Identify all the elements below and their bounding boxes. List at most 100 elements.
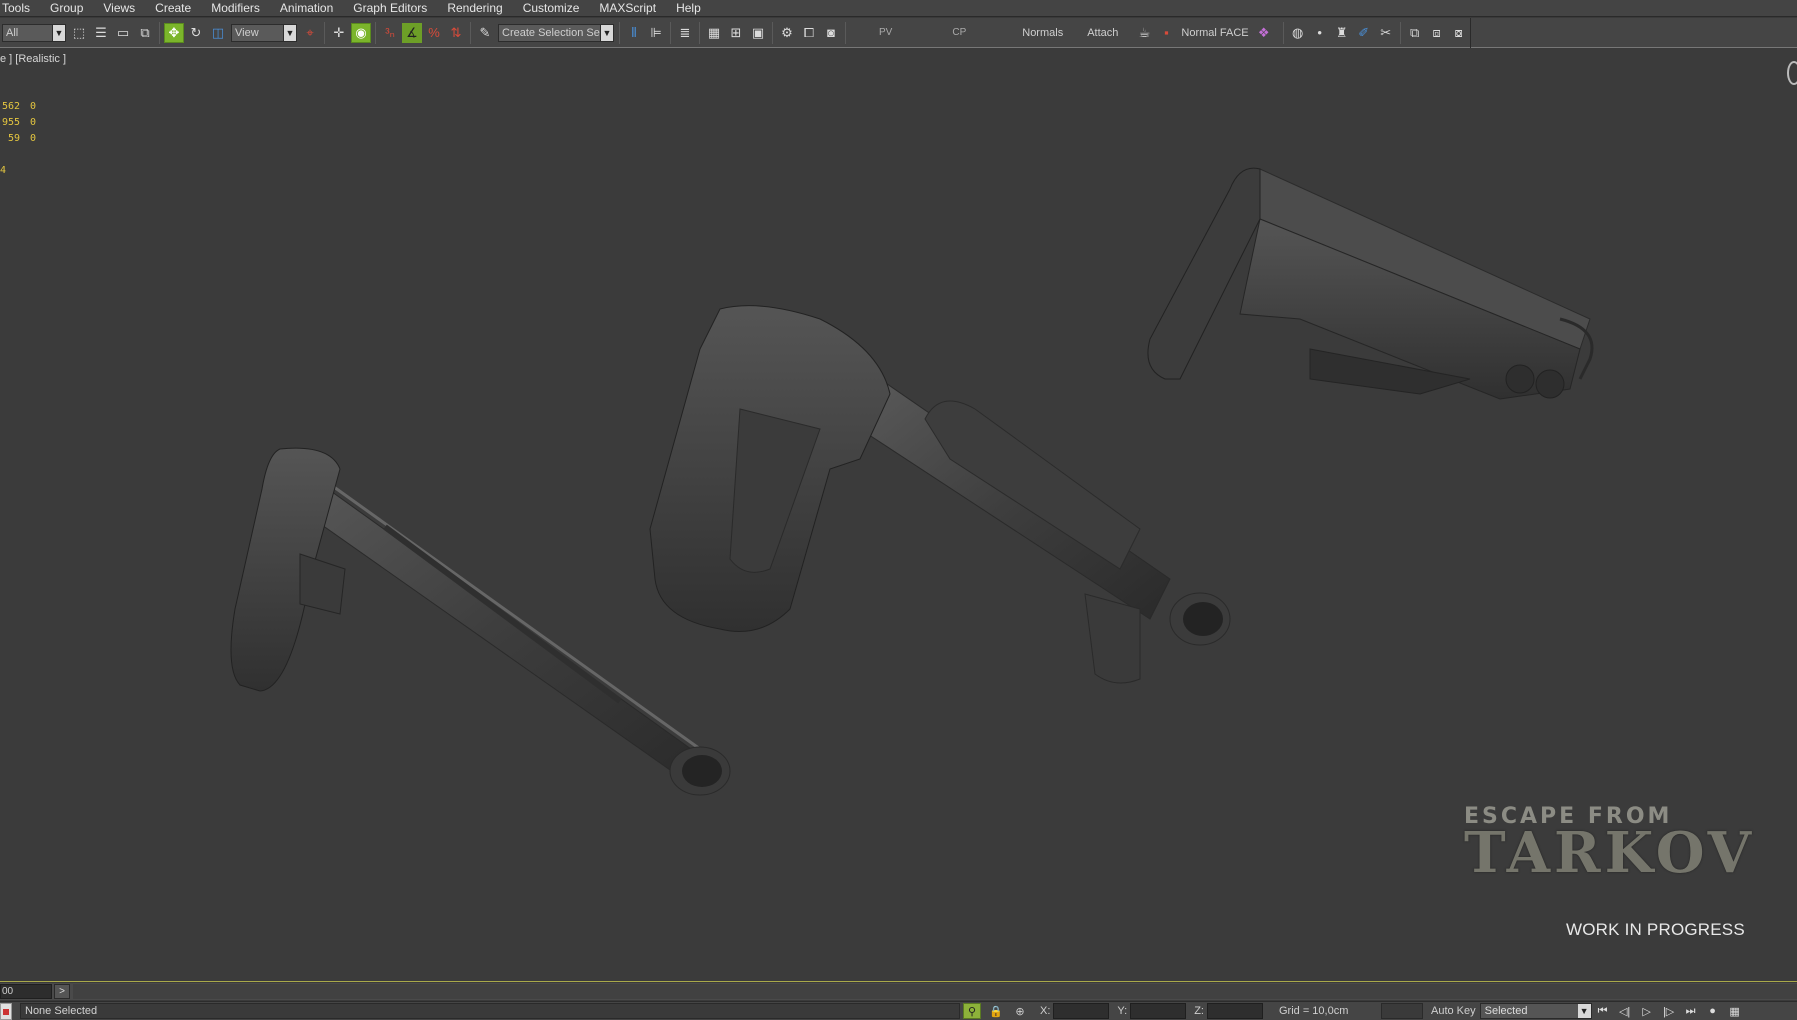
render-active-icon[interactable]: ⧇ — [1449, 23, 1469, 43]
maxscript-listener-icon[interactable] — [0, 1002, 12, 1020]
toolbar-divider — [324, 21, 325, 44]
named-selection-dropdown[interactable]: Create Selection Se ▼ — [498, 23, 614, 42]
attach-button[interactable]: Attach — [1071, 27, 1126, 39]
toolbar-divider — [470, 21, 471, 44]
menu-modifiers[interactable]: Modifiers — [201, 0, 270, 17]
menu-group[interactable]: Group — [40, 0, 93, 17]
menu-rendering[interactable]: Rendering — [437, 0, 512, 17]
go-to-start-icon[interactable]: ⏮ — [1592, 1005, 1614, 1018]
stock-right-model[interactable] — [1147, 167, 1594, 400]
lock-icon[interactable]: 🔒 — [987, 1003, 1005, 1019]
teapot-icon[interactable]: ☕ — [1134, 23, 1154, 43]
auto-key-button[interactable]: Auto Key — [1431, 1005, 1476, 1017]
material-editor-icon[interactable]: ▣ — [748, 23, 768, 43]
timeline-bar: 00 > — [0, 983, 1797, 1000]
render-production-icon[interactable]: ◙ — [821, 23, 841, 43]
select-object-icon[interactable]: ⬚ — [69, 23, 89, 43]
pivot-center-icon[interactable]: ⌖ — [300, 23, 320, 43]
toolbar-divider — [699, 21, 700, 44]
globe-icon[interactable]: ◍ — [1288, 23, 1308, 43]
perspective-viewport[interactable]: e ] [Realistic ] 562 0 955 0 59 0 4 ESCA… — [0, 49, 1797, 982]
play-icon[interactable]: ▷ — [1636, 1005, 1658, 1018]
layer-manager-icon[interactable]: ≣ — [675, 23, 695, 43]
brush-icon[interactable]: ✐ — [1354, 23, 1374, 43]
pv-button[interactable]: PV — [849, 27, 900, 38]
frame-slider-field[interactable]: 00 — [0, 984, 52, 999]
next-frame-icon[interactable]: |▷ — [1658, 1005, 1680, 1018]
y-coord-label: Y: — [1117, 1005, 1128, 1017]
normals-button[interactable]: Normals — [974, 27, 1071, 39]
rect-selection-icon[interactable]: ▭ — [113, 23, 133, 43]
rotate-icon[interactable]: ↻ — [186, 23, 206, 43]
selection-filter-value: All — [6, 26, 19, 39]
keyboard-shortcut-icon[interactable]: ◉ — [351, 22, 371, 43]
menu-maxscript[interactable]: MAXScript — [589, 0, 666, 17]
curve-editor-icon[interactable]: ▦ — [704, 23, 724, 43]
render-iterative-icon[interactable]: ⧈ — [1427, 23, 1447, 43]
selection-filter-dropdown[interactable]: All ▼ — [2, 23, 66, 42]
menu-customize[interactable]: Customize — [513, 0, 590, 17]
key-filter-value: Selected — [1484, 1005, 1528, 1017]
extra-group: ◍ • ♜ ✐ ✂ — [1287, 18, 1397, 48]
go-to-end-icon[interactable]: ⏭ — [1680, 1005, 1702, 1018]
menu-help[interactable]: Help — [666, 0, 711, 17]
ref-coord-dropdown[interactable]: View ▼ — [231, 23, 297, 42]
menu-animation[interactable]: Animation — [270, 0, 343, 17]
schematic-view-icon[interactable]: ⊞ — [726, 23, 746, 43]
frame-window-icon[interactable]: ⧉ — [1405, 23, 1425, 43]
x-coord-input[interactable] — [1053, 1003, 1110, 1019]
render-setup-icon[interactable]: ⚙ — [777, 23, 797, 43]
toolbar-divider — [1282, 21, 1284, 44]
ref-coord-value: View — [235, 26, 259, 39]
time-config-icon[interactable]: ▦ — [1724, 1005, 1746, 1018]
toolbar-divider — [670, 21, 671, 44]
stock-left-model[interactable] — [230, 447, 731, 796]
z-coord-input[interactable] — [1206, 1003, 1263, 1019]
window-crossing-icon[interactable]: ⧉ — [135, 23, 155, 43]
previous-frame-icon[interactable]: ◁| — [1614, 1005, 1636, 1018]
menu-views[interactable]: Views — [93, 0, 145, 17]
render-frame-group: ⧉ ⧈ ⧇ — [1404, 18, 1470, 48]
select-by-name-icon[interactable]: ☰ — [91, 23, 111, 43]
edit-named-selection-icon[interactable]: ✎ — [475, 23, 495, 43]
dot-icon[interactable]: • — [1310, 23, 1330, 43]
rendered-frame-icon[interactable]: ⧠ — [799, 23, 819, 43]
stock-middle-model[interactable] — [649, 305, 1231, 684]
tools-icon[interactable]: ✂ — [1376, 23, 1396, 43]
box-icon[interactable]: ▪ — [1156, 23, 1176, 43]
absolute-mode-icon[interactable]: ⊕ — [1011, 1003, 1029, 1019]
shirt-icon[interactable]: ♜ — [1332, 23, 1352, 43]
align-group: ⫴ ⊫ — [623, 18, 667, 48]
select-move-icon[interactable]: ✥ — [164, 22, 184, 43]
chevron-down-icon: ▼ — [1577, 1004, 1591, 1018]
menu-create[interactable]: Create — [145, 0, 201, 17]
normal-face-button[interactable]: Normal FACE — [1177, 27, 1252, 39]
toolbar-divider — [845, 21, 846, 44]
toolbar-divider — [619, 21, 620, 44]
time-tag-field[interactable] — [1380, 1003, 1423, 1019]
face-tool-icon[interactable]: ❖ — [1254, 23, 1274, 43]
timeline-track[interactable] — [73, 984, 1797, 999]
mirror-icon[interactable]: ⫴ — [624, 23, 644, 43]
next-frame-button[interactable]: > — [54, 984, 70, 999]
isolate-selection-icon[interactable]: ⚲ — [963, 1003, 981, 1019]
snap-toggle-icon[interactable]: ³ₙ — [380, 23, 400, 43]
menu-graph-editors[interactable]: Graph Editors — [343, 0, 437, 17]
select-manipulate-icon[interactable]: ✛ — [329, 23, 349, 43]
scale-icon[interactable]: ◫ — [208, 23, 228, 43]
y-coord-input[interactable] — [1130, 1003, 1187, 1019]
work-in-progress-label: WORK IN PROGRESS — [1566, 920, 1745, 939]
key-mode-icon[interactable]: ● — [1702, 1005, 1724, 1017]
spinner-snap-icon[interactable]: ⇅ — [446, 23, 466, 43]
angle-snap-icon[interactable]: ∡ — [402, 22, 422, 43]
cp-button[interactable]: CP — [900, 27, 974, 38]
toolbar-divider — [375, 21, 376, 44]
menu-tools[interactable]: Tools — [0, 0, 40, 17]
percent-snap-icon[interactable]: % — [424, 23, 444, 43]
tarkov-logo: ESCAPE FROM TARKOV — [1464, 804, 1751, 881]
key-filter-dropdown[interactable]: Selected ▼ — [1479, 1003, 1592, 1019]
layer-group: ≣ — [674, 18, 696, 48]
grid-size-label: Grid = 10,0cm — [1278, 1005, 1349, 1017]
align-icon[interactable]: ⊫ — [646, 23, 666, 43]
named-selection-value: Create Selection Se — [502, 26, 600, 39]
